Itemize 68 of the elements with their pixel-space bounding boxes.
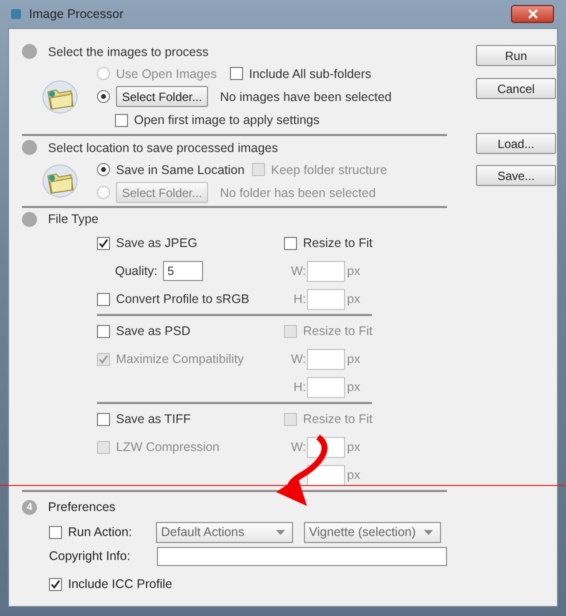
checkbox-label: Save as TIFF bbox=[116, 412, 191, 426]
unit-label: px bbox=[347, 264, 360, 278]
checkbox-label: LZW Compression bbox=[116, 440, 220, 454]
step-icon bbox=[22, 44, 37, 59]
radio-button[interactable] bbox=[97, 163, 110, 176]
checkbox[interactable] bbox=[97, 324, 110, 338]
dialog-button[interactable]: Run bbox=[476, 45, 556, 66]
dialog-button[interactable]: Cancel bbox=[476, 78, 556, 99]
checkbox-label: Convert Profile to sRGB bbox=[116, 292, 250, 306]
close-button[interactable] bbox=[511, 5, 554, 23]
section-title: Preferences bbox=[48, 500, 116, 514]
checkbox-label: Include ICC Profile bbox=[68, 577, 172, 591]
folder-icon bbox=[42, 80, 78, 114]
step-icon bbox=[22, 140, 37, 155]
window-title: Image Processor bbox=[29, 7, 124, 21]
step-icon: 4 bbox=[22, 500, 37, 514]
action-dropdown[interactable]: Vignette (selection) bbox=[304, 522, 441, 542]
status-text: No folder has been selected bbox=[220, 186, 376, 200]
checkbox-label: Resize to Fit bbox=[303, 324, 372, 338]
checkbox[interactable] bbox=[97, 412, 110, 426]
curved-arrow bbox=[276, 434, 328, 506]
checkbox-label: Resize to Fit bbox=[303, 236, 372, 250]
checkbox-label: Open first image to apply settings bbox=[134, 113, 320, 127]
checkbox[interactable] bbox=[97, 236, 110, 250]
checkbox-label: Run Action: bbox=[68, 525, 133, 539]
close-icon bbox=[528, 9, 538, 19]
caret-icon bbox=[276, 530, 285, 534]
checkbox-label: Keep folder structure bbox=[271, 162, 388, 176]
checkbox-label: Resize to Fit bbox=[303, 412, 372, 426]
field-label: Copyright Info: bbox=[49, 549, 132, 563]
section-title: Select the images to process bbox=[48, 44, 208, 58]
quality-field[interactable]: 5 bbox=[163, 261, 204, 281]
checkbox[interactable] bbox=[49, 578, 62, 590]
checkbox-label: Maximize Compatibility bbox=[116, 352, 244, 366]
section-title: File Type bbox=[48, 212, 98, 226]
field-label: W: bbox=[290, 264, 306, 278]
dialog-button[interactable]: Save... bbox=[476, 165, 556, 186]
field-label: W: bbox=[290, 440, 306, 454]
radio-label: Use Open Images bbox=[116, 66, 218, 80]
folder-icon bbox=[42, 164, 78, 198]
checkbox[interactable] bbox=[115, 114, 128, 126]
checkbox[interactable] bbox=[230, 67, 243, 80]
unit-label: px bbox=[347, 380, 360, 394]
status-text: No images have been selected bbox=[220, 90, 392, 104]
checkbox[interactable] bbox=[97, 292, 110, 306]
checkbox-label: Save as JPEG bbox=[116, 236, 198, 250]
checkbox[interactable] bbox=[284, 236, 297, 250]
field-label: H: bbox=[294, 380, 306, 394]
action-set-dropdown[interactable]: Default Actions bbox=[156, 522, 293, 542]
section-title: Select location to save processed images bbox=[48, 140, 278, 154]
field-label: H: bbox=[294, 292, 306, 306]
app-icon bbox=[10, 8, 22, 20]
radio-label: Save in Same Location bbox=[116, 162, 246, 176]
copyright-field[interactable] bbox=[157, 546, 447, 566]
select-folder-button[interactable]: Select Folder... bbox=[116, 86, 208, 107]
step-icon bbox=[22, 212, 37, 226]
checkbox-label: Save as PSD bbox=[116, 324, 190, 338]
unit-label: px bbox=[347, 352, 360, 366]
radio-button[interactable] bbox=[97, 90, 110, 103]
unit-label: px bbox=[347, 292, 360, 306]
field-label: Quality: bbox=[115, 264, 158, 278]
unit-label: px bbox=[347, 440, 360, 454]
caret-icon bbox=[424, 530, 433, 534]
unit-label: px bbox=[347, 468, 360, 482]
field-label: W: bbox=[290, 352, 306, 366]
checkbox[interactable] bbox=[49, 526, 62, 538]
checkbox-label: Include All sub-folders bbox=[249, 66, 372, 80]
dialog-button[interactable]: Load... bbox=[476, 133, 556, 154]
